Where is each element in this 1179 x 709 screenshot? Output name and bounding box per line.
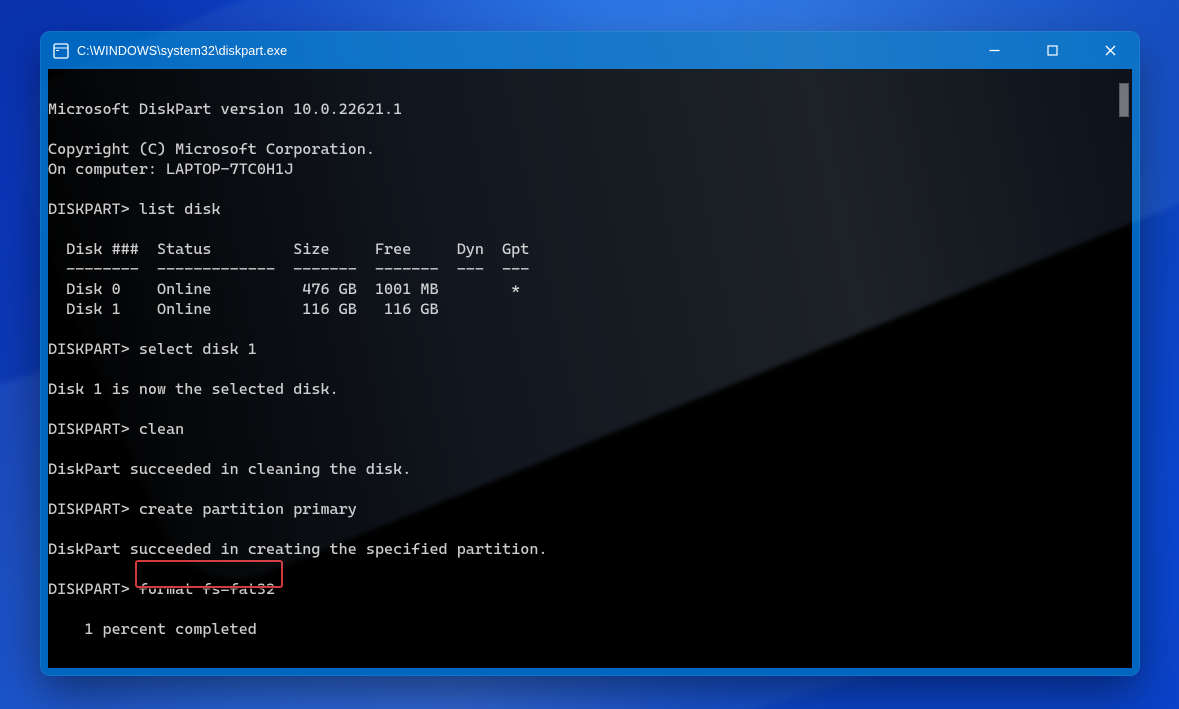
title-left: C:\WINDOWS\system32\diskpart.exe bbox=[41, 43, 287, 59]
window-title: C:\WINDOWS\system32\diskpart.exe bbox=[77, 44, 287, 58]
window-titlebar[interactable]: C:\WINDOWS\system32\diskpart.exe bbox=[41, 32, 1139, 69]
desktop-background: C:\WINDOWS\system32\diskpart.exe bbox=[0, 0, 1179, 709]
maximize-button[interactable] bbox=[1023, 32, 1081, 69]
minimize-icon bbox=[989, 45, 1000, 56]
app-icon bbox=[53, 43, 69, 59]
close-button[interactable] bbox=[1081, 32, 1139, 69]
scrollbar-track[interactable] bbox=[1121, 75, 1129, 662]
scrollbar-thumb[interactable] bbox=[1119, 83, 1129, 117]
terminal-client-area: Microsoft DiskPart version 10.0.22621.1 … bbox=[48, 69, 1132, 668]
diskpart-window: C:\WINDOWS\system32\diskpart.exe bbox=[40, 31, 1140, 676]
window-control-buttons bbox=[965, 32, 1139, 69]
close-icon bbox=[1105, 45, 1116, 56]
minimize-button[interactable] bbox=[965, 32, 1023, 69]
terminal-output[interactable]: Microsoft DiskPart version 10.0.22621.1 … bbox=[48, 85, 1132, 653]
maximize-icon bbox=[1047, 45, 1058, 56]
